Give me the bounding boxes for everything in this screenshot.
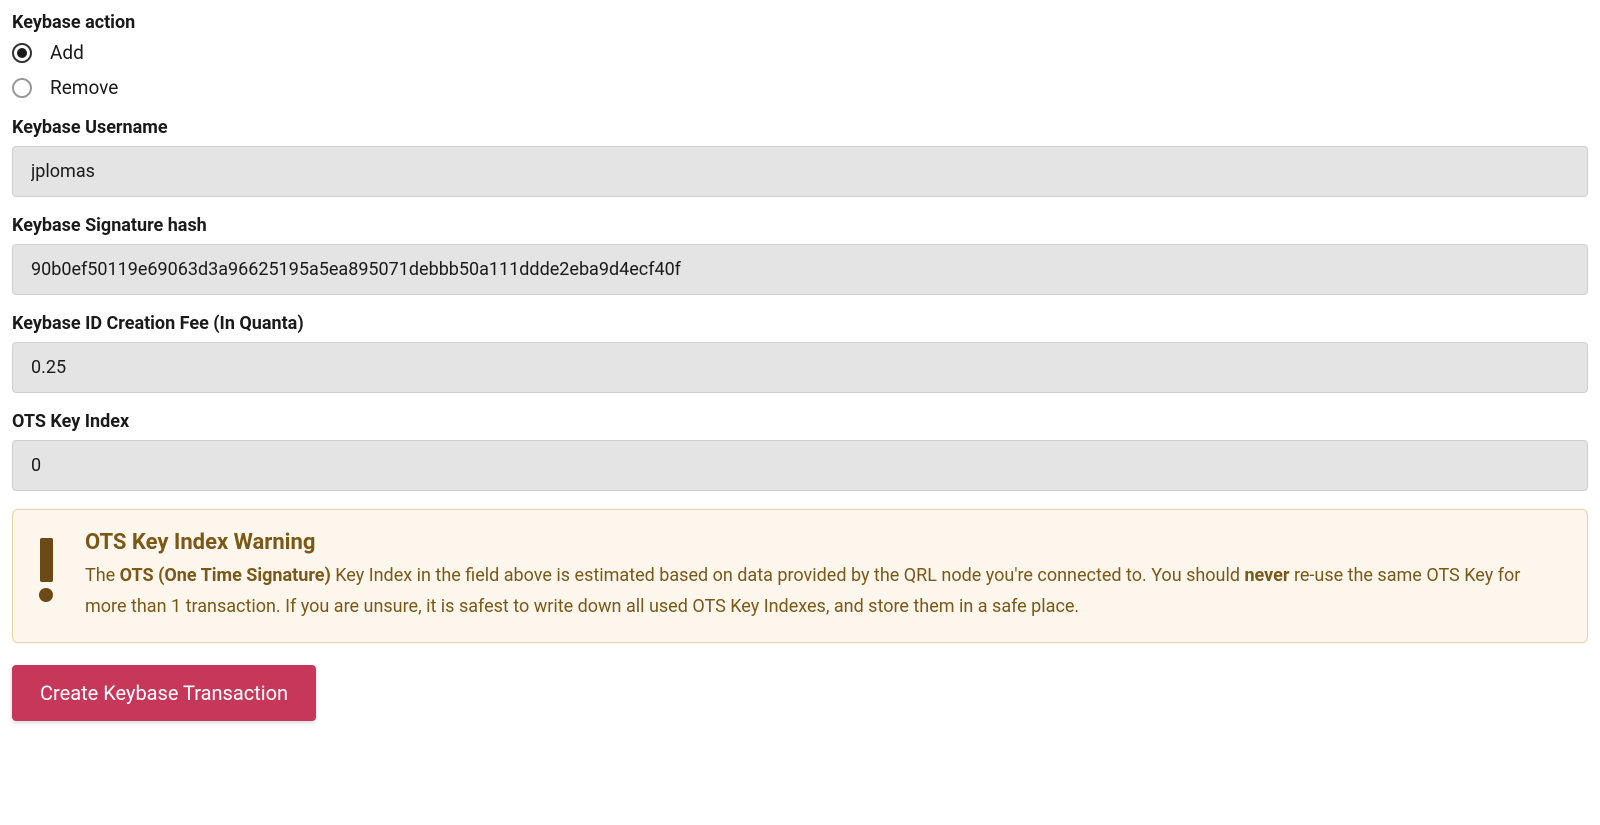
ots-warning-box: OTS Key Index Warning The OTS (One Time …: [12, 509, 1588, 643]
warning-text: The OTS (One Time Signature) Key Index i…: [85, 561, 1561, 622]
radio-remove-item[interactable]: Remove: [12, 76, 1588, 99]
keybase-action-label: Keybase action: [12, 12, 1588, 33]
warning-text-part: Key Index in the field above is estimate…: [331, 565, 1245, 586]
keybase-signature-label: Keybase Signature hash: [12, 215, 1588, 236]
warning-text-strong: never: [1244, 565, 1289, 586]
radio-add-input[interactable]: [12, 43, 32, 63]
keybase-username-input[interactable]: [12, 146, 1588, 197]
keybase-signature-input[interactable]: [12, 244, 1588, 295]
radio-remove-label: Remove: [50, 76, 118, 99]
warning-title: OTS Key Index Warning: [85, 530, 1561, 555]
radio-add-item[interactable]: Add: [12, 41, 1588, 64]
warning-text-strong: OTS (One Time Signature): [120, 565, 331, 586]
warning-text-part: The: [85, 565, 120, 586]
keybase-fee-input[interactable]: [12, 342, 1588, 393]
ots-key-index-input[interactable]: [12, 440, 1588, 491]
radio-remove-input[interactable]: [12, 78, 32, 98]
keybase-fee-label: Keybase ID Creation Fee (In Quanta): [12, 313, 1588, 334]
create-keybase-transaction-button[interactable]: Create Keybase Transaction: [12, 665, 316, 721]
exclamation-icon: [39, 538, 53, 602]
radio-add-label: Add: [50, 41, 84, 64]
keybase-username-label: Keybase Username: [12, 117, 1588, 138]
ots-key-index-label: OTS Key Index: [12, 411, 1588, 432]
